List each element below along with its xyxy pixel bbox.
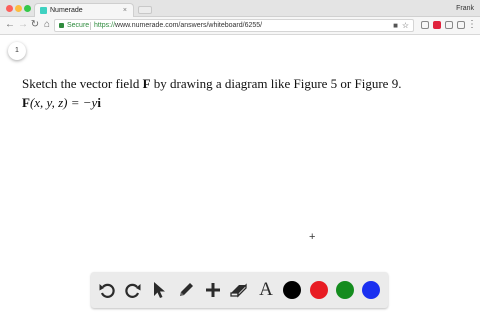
extension-record-icon[interactable] (433, 21, 441, 29)
pointer-icon[interactable] (150, 281, 168, 299)
lock-icon (59, 23, 64, 28)
address-bar[interactable]: Secure https://www.numerade.com/answers/… (54, 19, 414, 32)
new-tab-button[interactable] (138, 6, 152, 14)
extension-translate-icon[interactable] (445, 21, 453, 29)
minimize-window-button[interactable] (15, 5, 22, 12)
pencil-icon[interactable] (177, 281, 195, 299)
camera-icon[interactable]: ■ (393, 21, 398, 31)
home-icon[interactable]: ⌂ (41, 19, 53, 31)
question-formula: F(x, y, z) = −yi (22, 95, 401, 111)
formula-unit-vector: i (97, 95, 101, 110)
extension-puzzle-icon[interactable] (457, 21, 465, 29)
color-black-button[interactable] (283, 281, 301, 299)
prompt-end: by drawing a diagram like Figure 5 or Fi… (150, 76, 402, 91)
url-text[interactable]: https://www.numerade.com/answers/whitebo… (94, 20, 262, 32)
forward-arrow-icon[interactable]: → (17, 19, 29, 31)
color-red-button[interactable] (310, 281, 328, 299)
prompt-field-symbol: F (142, 76, 151, 91)
plus-icon[interactable] (204, 281, 222, 299)
menu-dots-icon[interactable]: ⋮ (467, 19, 477, 31)
star-icon[interactable]: ☆ (402, 21, 409, 31)
formula-field-symbol: F (22, 95, 30, 110)
zoom-window-button[interactable] (24, 5, 31, 12)
address-divider (90, 22, 91, 30)
crosshair-cursor: + (309, 231, 316, 243)
url-scheme: https:// (94, 22, 116, 29)
redo-icon[interactable] (124, 281, 142, 299)
secure-label: Secure (67, 22, 90, 29)
color-blue-button[interactable] (362, 281, 380, 299)
tab-title: Numerade (50, 7, 83, 14)
profile-name[interactable]: Frank (456, 3, 474, 14)
extension-shield-icon[interactable] (421, 21, 429, 29)
browser-tab-strip: Numerade × Frank (0, 0, 480, 17)
whiteboard-toolbar: A (91, 272, 388, 308)
browser-tab[interactable]: Numerade × (34, 3, 134, 17)
browser-toolbar: ← → ↻ ⌂ Secure https://www.numerade.com/… (0, 17, 480, 35)
close-window-button[interactable] (6, 5, 13, 12)
back-arrow-icon[interactable]: ← (4, 19, 16, 31)
color-green-button[interactable] (336, 281, 354, 299)
page-number-badge[interactable]: 1 (8, 42, 26, 60)
url-path: www.numerade.com/answers/whiteboard/6255… (115, 22, 263, 29)
reload-icon[interactable]: ↻ (29, 19, 41, 31)
eraser-icon[interactable] (230, 281, 248, 299)
prompt-start: Sketch the vector field (22, 76, 143, 91)
question-text: Sketch the vector field F by drawing a d… (22, 76, 401, 111)
undo-icon[interactable] (98, 281, 116, 299)
numerade-favicon-icon (40, 7, 47, 14)
question-prompt: Sketch the vector field F by drawing a d… (22, 76, 401, 92)
formula-arguments: (x, y, z) = −y (29, 95, 98, 110)
tab-close-button[interactable]: × (123, 5, 127, 16)
text-icon[interactable]: A (257, 280, 275, 299)
